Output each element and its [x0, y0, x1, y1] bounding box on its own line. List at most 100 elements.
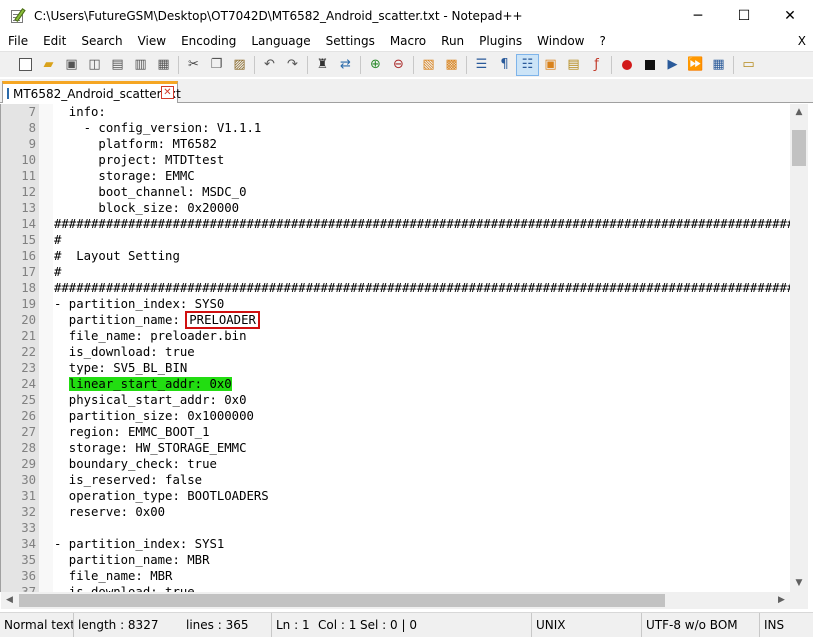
line-content[interactable]: - partition_index: SYS0 — [54, 297, 224, 311]
editor[interactable]: 7 info: 8 - config_version: V1.1.1 9 platf… — [0, 104, 813, 592]
code-line[interactable]: 35 partition_name: MBR — [1, 552, 791, 568]
code-line[interactable]: 32 reserve: 0x00 — [1, 504, 791, 520]
zoom-in-icon[interactable]: ⊕ — [364, 54, 387, 76]
line-content[interactable]: - config_version: V1.1.1 — [54, 121, 262, 135]
line-text[interactable]: - partition_index: SYS0 — [54, 296, 224, 312]
line-text[interactable]: reserve: 0x00 — [54, 504, 165, 520]
line-content[interactable]: block_size: 0x20000 — [54, 201, 239, 215]
menu-search[interactable]: Search — [73, 31, 129, 51]
tab-scatter-file[interactable]: MT6582_Android_scatter.txt ✕ — [2, 81, 181, 103]
code-line[interactable]: 12 boot_channel: MSDC_0 — [1, 184, 791, 200]
code-line[interactable]: 8 - config_version: V1.1.1 — [1, 120, 791, 136]
code-line[interactable]: 33 — [1, 520, 791, 536]
close-all-icon[interactable]: ▥ — [129, 54, 152, 76]
line-content[interactable]: # Layout Setting — [54, 249, 180, 263]
menu-help[interactable]: ? — [591, 31, 612, 51]
line-text[interactable]: partition_size: 0x1000000 — [54, 408, 254, 424]
code-line[interactable]: 28 storage: HW_STORAGE_EMMC — [1, 440, 791, 456]
vertical-scrollbar[interactable]: ▲ ▼ — [790, 104, 808, 592]
find-icon[interactable]: ♜ — [311, 54, 334, 76]
code-line[interactable]: 20 partition_name: PRELOADER — [1, 311, 791, 329]
line-content[interactable]: file_name: MBR — [54, 569, 173, 583]
line-text[interactable]: file_name: preloader.bin — [54, 328, 247, 344]
doc-map-icon[interactable]: ▣ — [539, 54, 562, 76]
indent-guide-icon[interactable]: ☷ — [516, 53, 539, 76]
horizontal-scroll-thumb[interactable] — [19, 594, 665, 607]
line-content[interactable]: # — [54, 233, 61, 247]
copy-icon[interactable]: ❐ — [205, 54, 228, 76]
new-file-icon[interactable] — [14, 54, 37, 76]
line-text[interactable]: platform: MT6582 — [54, 136, 216, 152]
status-insert-mode[interactable]: INS — [760, 613, 813, 637]
line-text[interactable]: - config_version: V1.1.1 — [54, 120, 262, 136]
line-text[interactable]: # — [54, 264, 61, 280]
scroll-left-icon[interactable]: ◀ — [1, 592, 18, 609]
menu-view[interactable]: View — [130, 31, 173, 51]
line-content[interactable]: file_name: preloader.bin — [54, 329, 247, 343]
code-line[interactable]: 14 ######################################… — [1, 216, 791, 232]
code-line[interactable]: 18 ######################################… — [1, 280, 791, 296]
line-text[interactable]: region: EMMC_BOOT_1 — [54, 424, 210, 440]
menu-file[interactable]: File — [0, 31, 35, 51]
line-text[interactable]: partition_name: PRELOADER — [54, 311, 260, 329]
close-tab-icon[interactable]: ✕ — [161, 86, 174, 99]
open-file-icon[interactable]: ▰ — [37, 54, 60, 76]
menu-encoding[interactable]: Encoding — [173, 31, 243, 51]
play-macro-icon[interactable]: ▶ — [661, 54, 684, 76]
line-text[interactable]: # — [54, 232, 61, 248]
line-content[interactable]: type: SV5_BL_BIN — [54, 361, 187, 375]
line-content[interactable]: boundary_check: true — [54, 457, 217, 471]
line-content[interactable]: physical_start_addr: 0x0 — [54, 393, 247, 407]
line-text[interactable]: is_download: true — [54, 344, 195, 360]
line-content[interactable]: - partition_index: SYS1 — [54, 537, 224, 551]
record-macro-icon[interactable] — [615, 54, 638, 76]
function-list-icon[interactable]: ▤ — [562, 54, 585, 76]
line-content[interactable]: partition_name: MBR — [54, 553, 210, 567]
code-line[interactable]: 23 type: SV5_BL_BIN — [1, 360, 791, 376]
code-line[interactable]: 7 info: — [1, 104, 791, 120]
line-content[interactable]: region: EMMC_BOOT_1 — [54, 425, 210, 439]
line-text[interactable]: ########################################… — [54, 280, 791, 296]
line-text[interactable]: physical_start_addr: 0x0 — [54, 392, 247, 408]
paste-icon[interactable]: ▨ — [228, 54, 251, 76]
save-icon[interactable]: ▣ — [60, 54, 83, 76]
boxed-value[interactable]: PRELOADER — [185, 311, 260, 329]
code-line[interactable]: 21 file_name: preloader.bin — [1, 328, 791, 344]
menu-settings[interactable]: Settings — [318, 31, 382, 51]
line-content[interactable]: boot_channel: MSDC_0 — [54, 185, 246, 199]
code-line[interactable]: 17 # — [1, 264, 791, 280]
redo-icon[interactable]: ↷ — [281, 54, 304, 76]
menu-run[interactable]: Run — [433, 31, 471, 51]
scroll-right-icon[interactable]: ▶ — [773, 592, 790, 609]
line-text[interactable]: operation_type: BOOTLOADERS — [54, 488, 269, 504]
close-window-button[interactable]: ✕ — [767, 0, 813, 31]
line-content[interactable]: reserve: 0x00 — [54, 505, 165, 519]
code-line[interactable]: 36 file_name: MBR — [1, 568, 791, 584]
line-text[interactable]: storage: HW_STORAGE_EMMC — [54, 440, 247, 456]
status-eol[interactable]: UNIX — [532, 613, 642, 637]
line-text[interactable]: boundary_check: true — [54, 456, 217, 472]
code-line[interactable]: 22 is_download: true — [1, 344, 791, 360]
close-document-button[interactable]: X — [798, 31, 806, 51]
scroll-down-icon[interactable]: ▼ — [790, 575, 808, 592]
save-macro-icon[interactable]: ▦ — [707, 54, 730, 76]
line-content[interactable]: info: — [54, 105, 106, 119]
code-line[interactable]: 16 # Layout Setting — [1, 248, 791, 264]
stop-macro-icon[interactable] — [638, 54, 661, 76]
line-text[interactable]: block_size: 0x20000 — [54, 200, 239, 216]
line-content[interactable]: storage: EMMC — [54, 169, 194, 183]
code-line[interactable]: 34 - partition_index: SYS1 — [1, 536, 791, 552]
highlighted-text[interactable]: linear_start_addr: 0x0 — [68, 377, 232, 391]
run-macro-multiple-icon[interactable]: ⏩ — [684, 54, 707, 76]
word-wrap-icon[interactable]: ☰ — [470, 54, 493, 76]
menu-window[interactable]: Window — [529, 31, 591, 51]
line-text[interactable]: - partition_index: SYS1 — [54, 536, 224, 552]
line-content[interactable]: # — [54, 265, 61, 279]
line-content[interactable]: is_reserved: false — [54, 473, 202, 487]
line-text[interactable]: ########################################… — [54, 216, 791, 232]
folder-workspace-icon[interactable]: ƒ — [585, 54, 608, 76]
line-content[interactable]: project: MTDTtest — [54, 153, 224, 167]
spell-check-icon[interactable]: ▭ — [737, 54, 760, 76]
code-line[interactable]: 27 region: EMMC_BOOT_1 — [1, 424, 791, 440]
code-line[interactable]: 13 block_size: 0x20000 — [1, 200, 791, 216]
